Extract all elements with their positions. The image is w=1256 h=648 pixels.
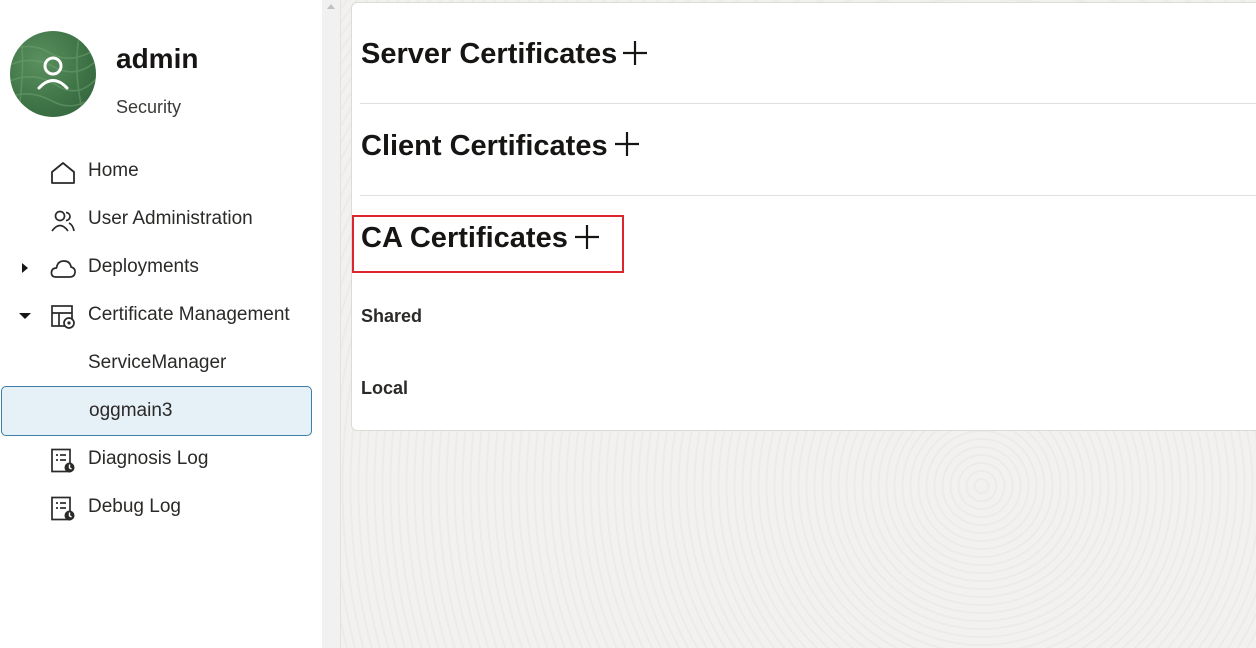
nav-item-diagnosis-log[interactable]: Diagnosis Log	[0, 436, 322, 484]
users-icon	[51, 210, 75, 232]
user-icon	[37, 56, 69, 90]
nav-item-label: User Administration	[88, 208, 253, 229]
nav-item-label: oggmain3	[89, 400, 173, 421]
server-certificates-title: Server Certificates	[361, 38, 618, 70]
log-icon	[51, 496, 75, 521]
user-role: Security	[116, 97, 182, 117]
nav-item-oggmain3[interactable]: oggmain3	[1, 386, 312, 436]
avatar	[10, 31, 96, 117]
highlight-box	[352, 215, 624, 273]
nav-item-user-administration[interactable]: User Administration	[0, 196, 322, 244]
client-certificates-title: Client Certificates	[361, 130, 608, 162]
user-name: admin	[116, 43, 199, 74]
nav-item-label: Certificate Management	[88, 304, 290, 325]
add-server-certificate-button[interactable]	[620, 38, 650, 68]
nav-item-label: Diagnosis Log	[88, 448, 209, 469]
certificate-icon	[51, 305, 75, 329]
ca-group-shared: Shared	[361, 306, 423, 326]
caret-right-icon[interactable]	[18, 261, 32, 275]
plus-icon	[623, 41, 647, 65]
plus-icon	[615, 132, 639, 156]
nav-item-label: Debug Log	[88, 496, 181, 517]
nav-item-servicemanager[interactable]: ServiceManager	[0, 340, 322, 388]
section-divider	[360, 103, 1256, 104]
nav-item-certificate-management[interactable]: Certificate Management	[0, 292, 322, 340]
nav-item-home[interactable]: Home	[0, 148, 322, 196]
add-client-certificate-button[interactable]	[612, 129, 642, 159]
nav-item-deployments[interactable]: Deployments	[0, 244, 322, 292]
nav-item-label: ServiceManager	[88, 352, 227, 373]
nav-item-debug-log[interactable]: Debug Log	[0, 484, 322, 532]
section-divider	[360, 195, 1256, 196]
ca-group-local: Local	[361, 378, 409, 398]
home-icon	[51, 162, 75, 184]
sidebar-scrollbar[interactable]	[322, 0, 341, 648]
scroll-up-arrow-icon[interactable]	[327, 4, 335, 9]
nav-item-label: Home	[88, 160, 139, 181]
cloud-icon	[50, 260, 76, 278]
nav-item-label: Deployments	[88, 256, 199, 277]
log-icon	[51, 448, 75, 473]
caret-down-icon[interactable]	[18, 309, 32, 323]
sidebar: admin Security Home User Administration …	[0, 0, 322, 648]
